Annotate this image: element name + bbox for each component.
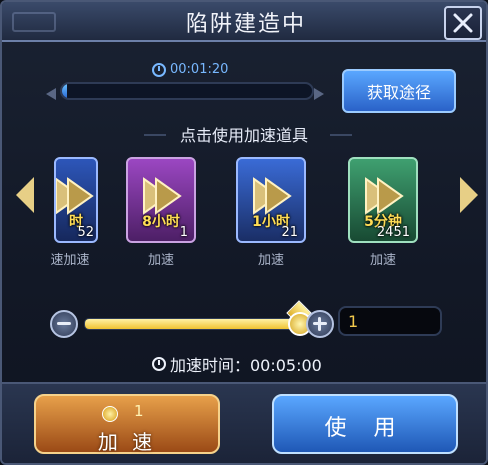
clock-icon: [152, 357, 166, 371]
use-label: 使 用: [324, 416, 406, 441]
speedup-time-text: 加速时间：00:05:00: [170, 356, 322, 375]
speedup-button[interactable]: 1 加 速: [34, 394, 220, 454]
trap-build-dialog: 陷阱建造中 00:01:20 获取途径 点击使用加速道具 时 52 速加速 8小时 1 加…: [0, 0, 488, 465]
increase-button[interactable]: [306, 310, 334, 338]
progress-left-ornament: [46, 88, 56, 100]
quantity-input[interactable]: 1: [338, 306, 442, 336]
speedup-item-card[interactable]: 1小时 21: [236, 157, 306, 243]
slider-track[interactable]: [84, 318, 296, 330]
timer-row: 00:01:20: [152, 62, 228, 77]
title-bar: 陷阱建造中: [2, 2, 486, 42]
speedup-label: 加 速: [97, 430, 157, 454]
speedup-item[interactable]: 5分钟 2451 加速: [348, 157, 418, 268]
carousel-prev-button[interactable]: [16, 177, 34, 213]
speedup-count: 2451: [376, 225, 410, 240]
speedup-item-card[interactable]: 时 52: [54, 157, 98, 243]
timer-text: 00:01:20: [170, 62, 229, 77]
speedup-item-label: 加速: [147, 253, 174, 268]
use-button[interactable]: 使 用: [272, 394, 458, 454]
build-progress-fill: [62, 84, 67, 98]
speedup-item-card[interactable]: 8小时 1: [126, 157, 196, 243]
dialog-title: 陷阱建造中: [185, 12, 306, 37]
speedup-item[interactable]: 8小时 1 加速: [126, 157, 196, 268]
speedup-item[interactable]: 1小时 21 加速: [236, 157, 306, 268]
speedup-item-card[interactable]: 5分钟 2451: [348, 157, 418, 243]
speedup-time-row: 加速时间：00:05:00: [152, 352, 322, 376]
build-progress-bar: [60, 82, 314, 100]
speedup-item[interactable]: 时 52 速加速: [50, 157, 98, 268]
speedup-item-label: 加速: [369, 253, 396, 268]
quantity-slider[interactable]: [50, 300, 334, 338]
progress-right-ornament: [314, 88, 324, 100]
section-title: 点击使用加速道具: [179, 126, 308, 145]
speedup-count: 21: [281, 225, 298, 240]
gem-icon: [102, 406, 118, 422]
speedup-count: 52: [77, 225, 94, 240]
close-icon: [453, 13, 473, 33]
carousel-next-button[interactable]: [460, 177, 478, 213]
speedup-item-label: 加速: [257, 253, 284, 268]
clock-icon: [152, 62, 166, 77]
slider-fill: [85, 319, 295, 329]
section-divider-right: [330, 134, 352, 136]
speedup-count: 1: [179, 225, 188, 240]
decrease-button[interactable]: [50, 310, 78, 338]
close-button[interactable]: [444, 6, 482, 40]
acquire-button[interactable]: 获取途径: [342, 69, 456, 113]
speedup-item-label: 速加速: [50, 253, 90, 268]
gem-cost: 1: [134, 402, 144, 420]
